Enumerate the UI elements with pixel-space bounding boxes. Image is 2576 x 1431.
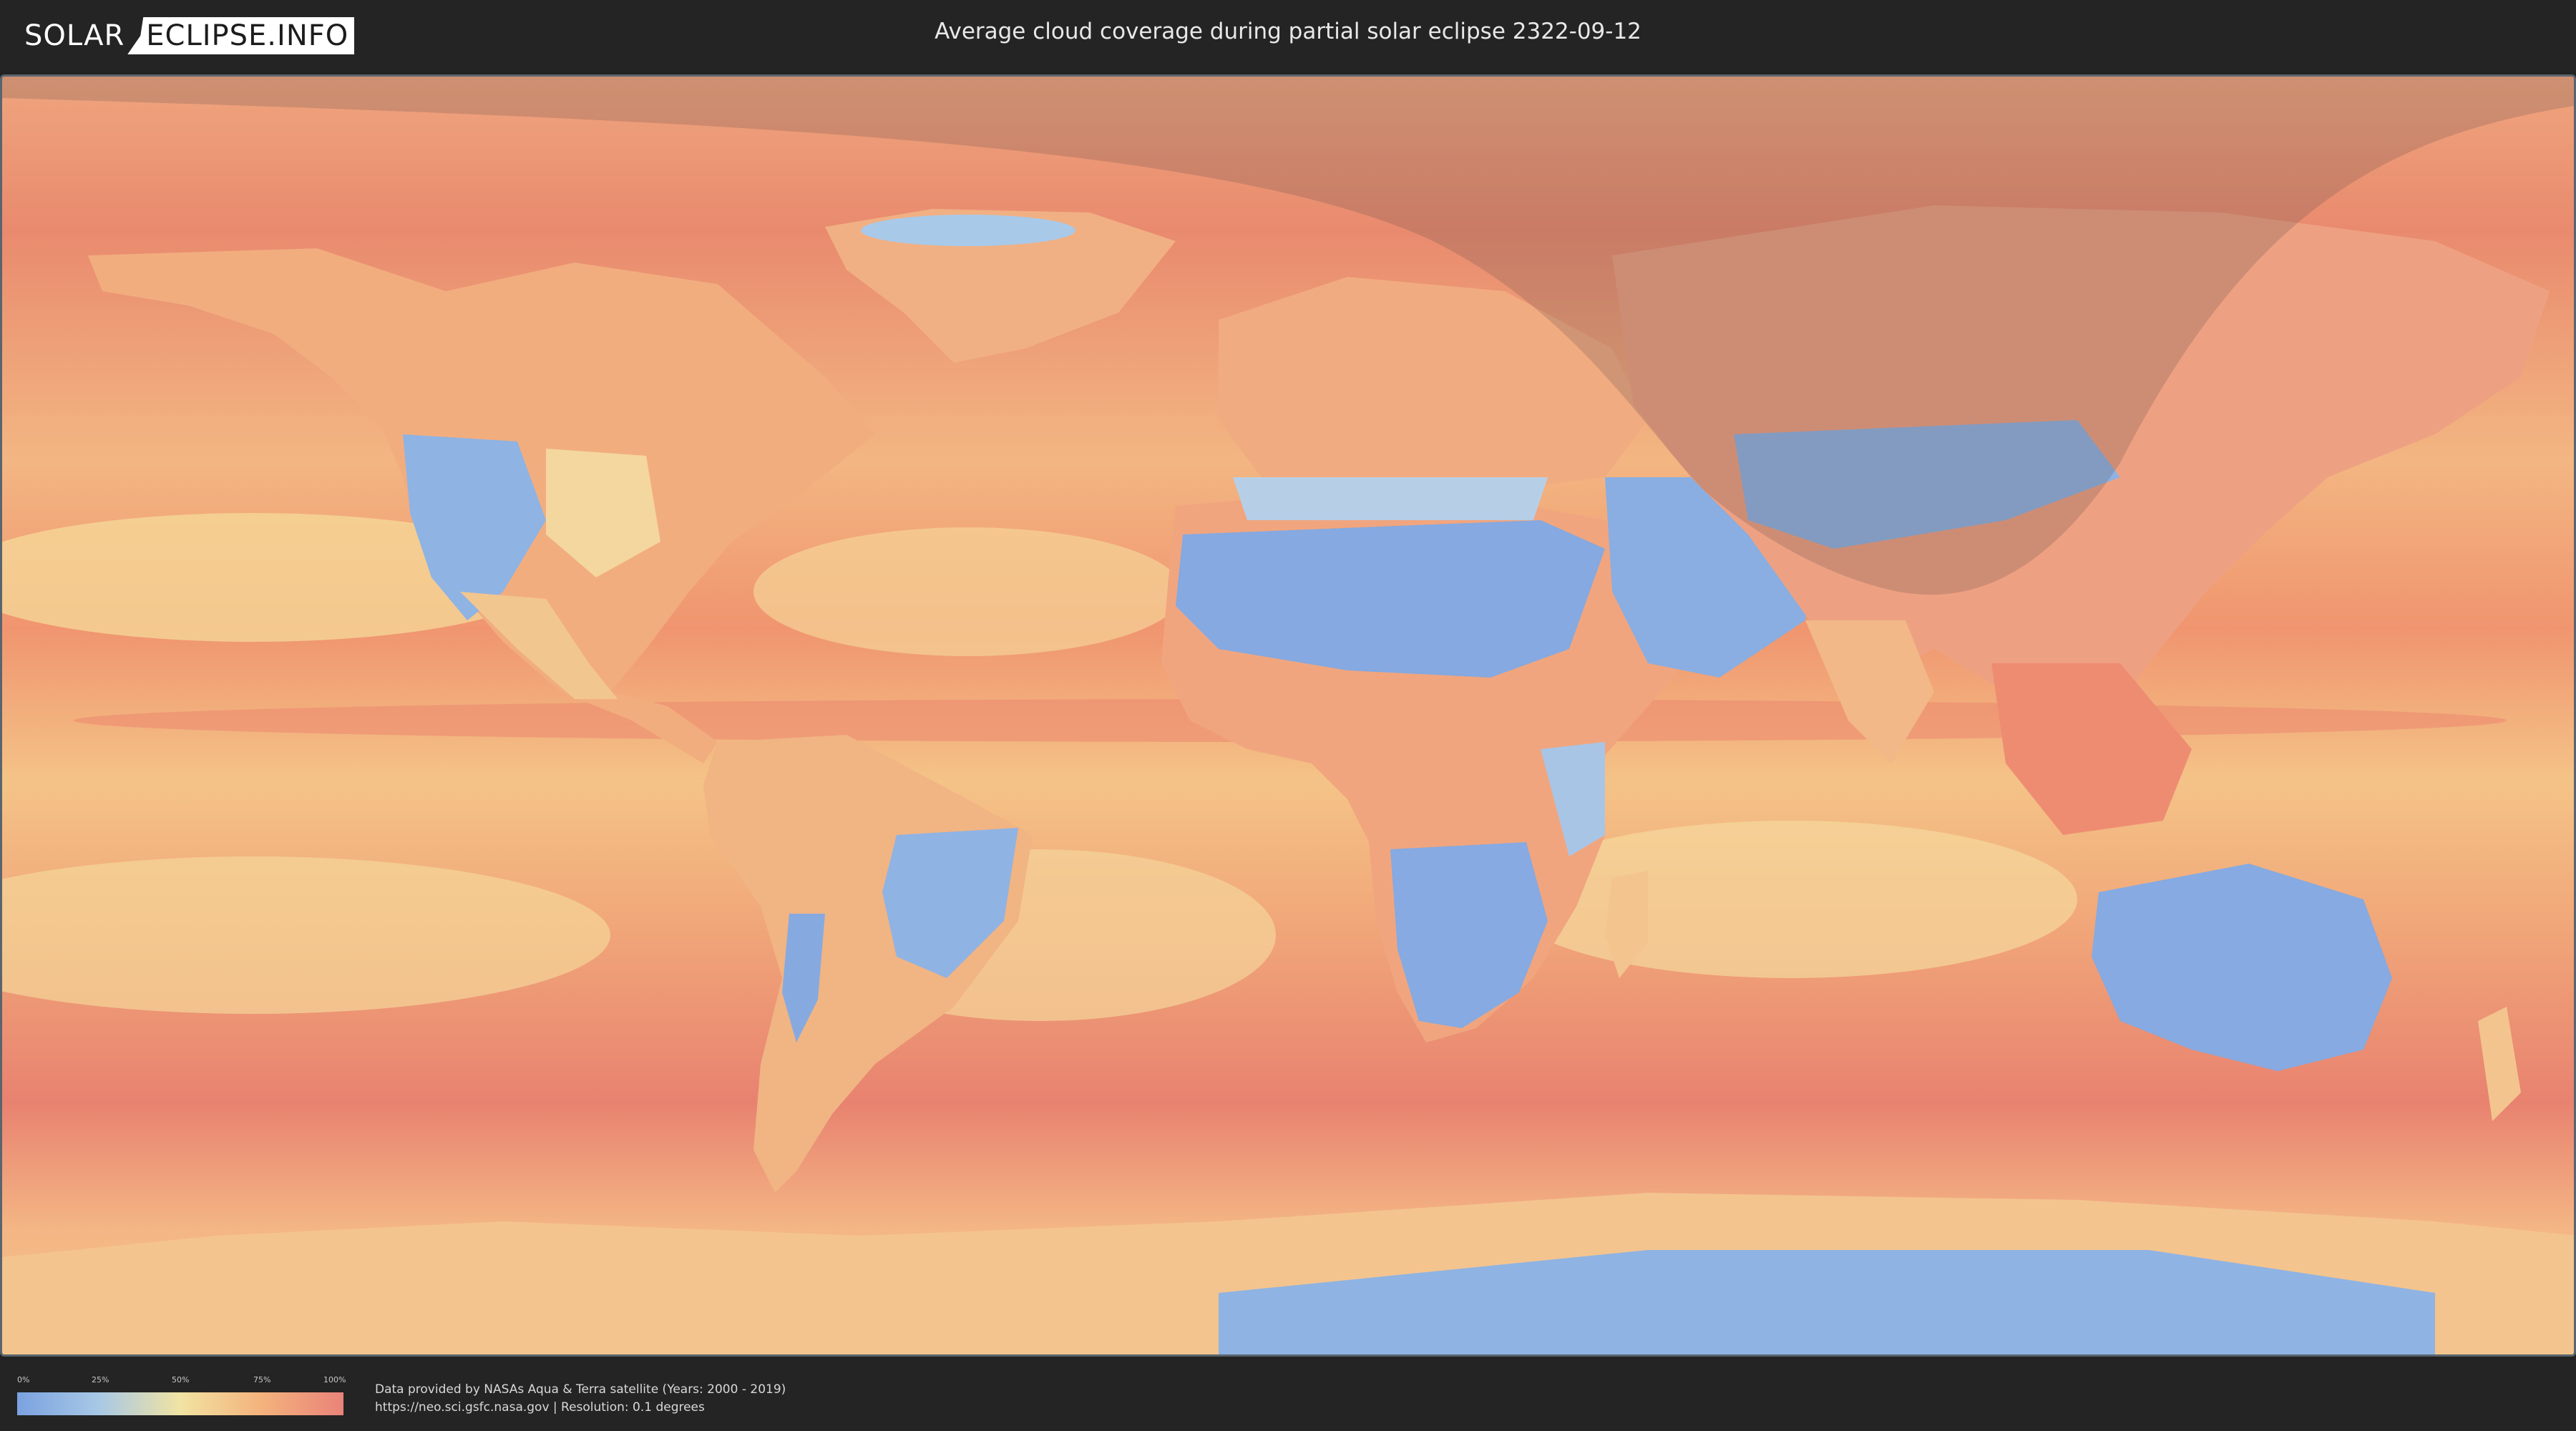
cloud-coverage-map[interactable] [0,74,2576,1357]
legend-tick-100: 100% [323,1375,346,1384]
legend-tick-50: 50% [172,1375,190,1384]
page-title: Average cloud coverage during partial so… [935,19,1641,44]
mediterranean-clear [1233,477,1548,520]
legend-color-bar [17,1392,343,1415]
footer-bar: 0% 25% 50% 75% 100% Data provided by NAS… [0,1359,2576,1431]
legend-tick-25: 25% [92,1375,109,1384]
atlantic-clear-band-north [753,527,1183,656]
data-credit: Data provided by NASAs Aqua & Terra sate… [375,1381,786,1417]
greenland-clear-cap [861,215,1075,246]
credit-line-url[interactable]: https://neo.sci.gsfc.nasa.gov | Resoluti… [375,1399,786,1417]
legend-tick-75: 75% [253,1375,271,1384]
legend-ticks: 0% 25% 50% 75% 100% [17,1375,346,1388]
map-canvas [2,77,2574,1354]
credit-line-source: Data provided by NASAs Aqua & Terra sate… [375,1382,786,1397]
header-bar: SOLAR ECLIPSE.INFO Average cloud coverag… [0,0,2576,72]
legend-tick-0: 0% [17,1375,30,1384]
cloud-coverage-legend: 0% 25% 50% 75% 100% [17,1375,346,1418]
